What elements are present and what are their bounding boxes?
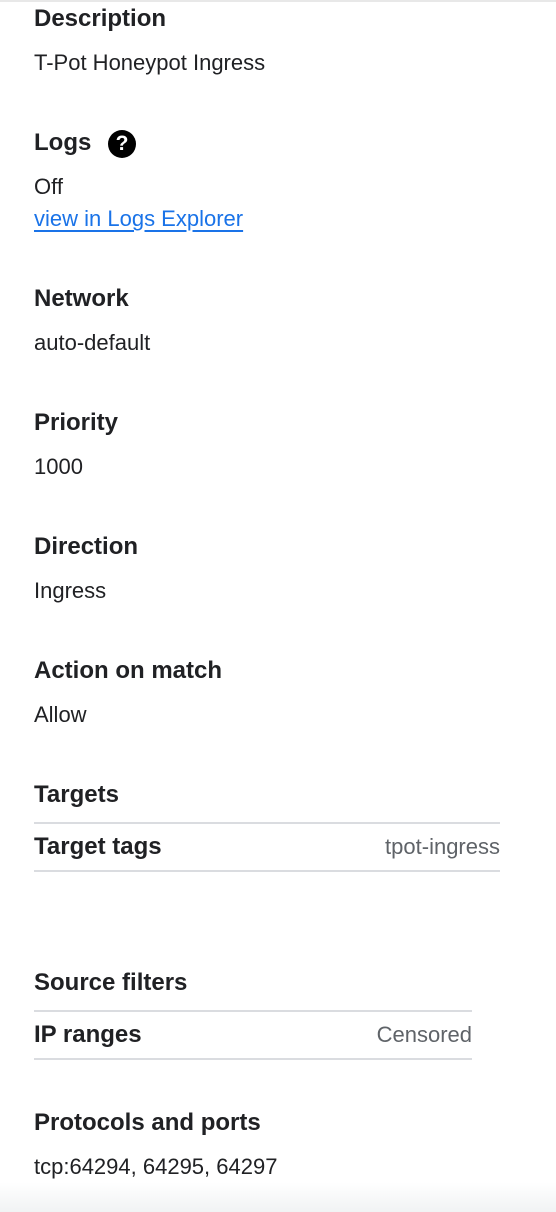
ip-ranges-value: Censored [376, 1022, 472, 1047]
target-tags-row: Target tags tpot-ingress [34, 822, 500, 872]
logs-label: Logs [34, 129, 92, 156]
action-on-match-label: Action on match [34, 657, 223, 684]
priority-value: 1000 [34, 454, 83, 479]
direction-label: Direction [34, 533, 139, 560]
target-tags-key: Target tags [34, 833, 162, 860]
logs-value: Off [34, 174, 63, 199]
ip-ranges-row: IP ranges Censored [34, 1010, 472, 1060]
network-value: auto-default [34, 330, 151, 355]
view-in-logs-explorer-link[interactable]: view in Logs Explorer [34, 205, 243, 233]
source-filters-label: Source filters [34, 969, 188, 996]
priority-label: Priority [34, 409, 119, 436]
protocols-and-ports-value: tcp:64294, 64295, 64297 [34, 1154, 278, 1179]
targets-label: Targets [34, 781, 119, 808]
direction-value: Ingress [34, 578, 107, 603]
action-on-match-value: Allow [34, 702, 87, 727]
network-label: Network [34, 285, 129, 312]
protocols-and-ports-label: Protocols and ports [34, 1109, 261, 1136]
ip-ranges-key: IP ranges [34, 1021, 142, 1048]
bottom-scroll-fade [0, 1182, 556, 1212]
description-label: Description [34, 5, 167, 32]
description-value: T-Pot Honeypot Ingress [34, 50, 266, 75]
top-divider [0, 0, 556, 2]
help-circle-icon[interactable]: ? [108, 130, 136, 158]
target-tags-value: tpot-ingress [385, 834, 500, 859]
